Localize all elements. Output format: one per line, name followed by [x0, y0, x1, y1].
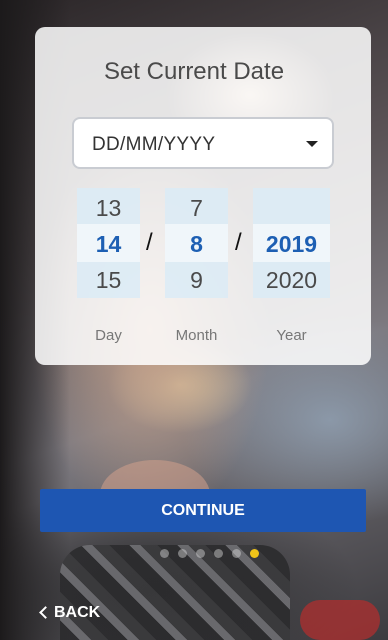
- page-title: Set Current Date: [103, 58, 285, 85]
- pagination-dot: [160, 549, 169, 558]
- month-selected[interactable]: 8: [165, 231, 228, 258]
- year-next[interactable]: 2020: [253, 267, 330, 294]
- day-prev[interactable]: 13: [77, 195, 140, 222]
- pagination-dot: [196, 549, 205, 558]
- date-separator: /: [235, 229, 242, 256]
- caret-down-icon: [306, 141, 318, 147]
- pagination-dot: [232, 549, 241, 558]
- day-selected[interactable]: 14: [77, 231, 140, 258]
- month-prev[interactable]: 7: [165, 195, 228, 222]
- date-format-select[interactable]: DD/MM/YYYY: [72, 117, 334, 169]
- day-next[interactable]: 15: [77, 267, 140, 294]
- day-picker[interactable]: 13 14 15: [77, 188, 140, 298]
- date-format-value: DD/MM/YYYY: [92, 134, 216, 155]
- year-label: Year: [276, 327, 307, 344]
- back-label: BACK: [54, 604, 101, 621]
- pagination-dot-active: [250, 549, 259, 558]
- continue-button[interactable]: CONTINUE: [40, 489, 366, 532]
- month-label: Month: [175, 327, 218, 344]
- pagination-dot: [178, 549, 187, 558]
- year-selected[interactable]: 2019: [253, 231, 330, 258]
- date-separator: /: [146, 229, 153, 256]
- pagination-dot: [214, 549, 223, 558]
- day-label: Day: [95, 327, 122, 344]
- month-next[interactable]: 9: [165, 267, 228, 294]
- month-picker[interactable]: 7 8 9: [165, 188, 228, 298]
- year-picker[interactable]: 2019 2020: [253, 188, 330, 298]
